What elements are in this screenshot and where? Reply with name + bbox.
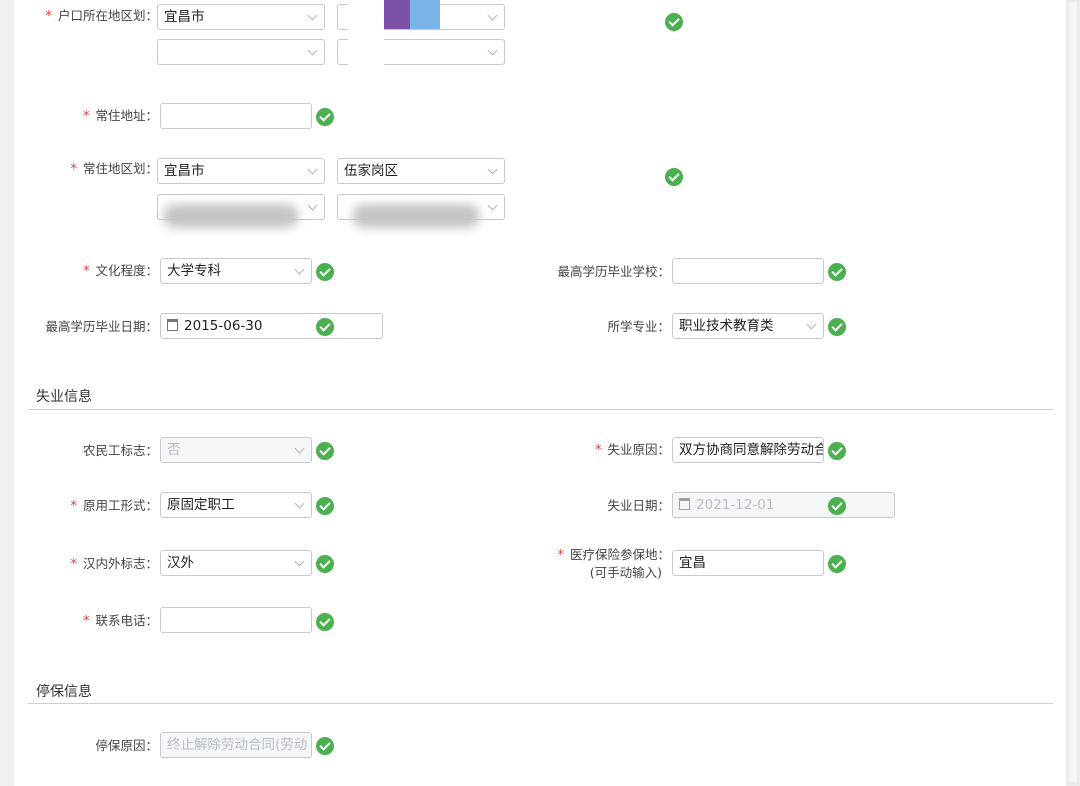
check-icon — [828, 555, 846, 573]
employment-form-label: * 原用工形式： — [70, 498, 158, 514]
suspension-reason-label: 停保原因： — [95, 738, 158, 753]
chevron-down-icon — [307, 164, 318, 175]
check-icon — [665, 168, 683, 186]
major-select[interactable]: 职业技术教育类 — [672, 313, 824, 339]
chevron-down-icon — [294, 556, 305, 567]
education-select[interactable]: 大学专科 — [160, 258, 312, 284]
hukou-city-select[interactable]: 宜昌市 — [157, 4, 325, 30]
section-title-suspension: 停保信息 — [36, 684, 92, 700]
chevron-down-icon — [487, 10, 498, 21]
chevron-down-icon — [307, 200, 318, 211]
check-icon — [316, 442, 334, 460]
check-icon — [828, 263, 846, 281]
residence-region-label: * 常住地区划： — [70, 161, 158, 177]
phone-label: * 联系电话： — [82, 613, 158, 629]
grad-date-label: 最高学历毕业日期： — [45, 319, 158, 334]
education-label: * 文化程度： — [82, 263, 158, 279]
unemployment-date-picker: 2021-12-01 — [672, 492, 895, 518]
chevron-down-icon — [487, 164, 498, 175]
chevron-down-icon — [307, 10, 318, 21]
migrant-select: 否 — [160, 437, 312, 463]
insurance-place-hint: (可手动输入) — [589, 565, 662, 580]
chevron-down-icon — [294, 264, 305, 275]
han-label: * 汉内外标志： — [70, 556, 158, 572]
employment-form-select[interactable]: 原固定职工 — [160, 492, 312, 518]
suspension-reason-input: 终止解除劳动合同(劳动 — [160, 732, 312, 758]
check-icon — [828, 497, 846, 515]
redaction-block-purple — [382, 0, 410, 29]
grad-date-picker[interactable]: 2015-06-30 — [160, 313, 383, 339]
check-icon — [828, 318, 846, 336]
redaction-block-blue — [410, 0, 440, 29]
calendar-icon — [679, 498, 690, 510]
redaction-blur — [352, 204, 480, 228]
hukou-region-label: * 户口所在地区划： — [45, 8, 158, 24]
section-title-unemployment: 失业信息 — [36, 389, 92, 405]
section-divider — [28, 409, 1053, 410]
chevron-down-icon — [307, 45, 318, 56]
chevron-down-icon — [294, 498, 305, 509]
residence-district-select[interactable]: 伍家岗区 — [337, 158, 505, 184]
hukou-street-select[interactable] — [157, 39, 325, 65]
unemployment-date-label: 失业日期： — [607, 498, 670, 513]
unemployment-reason-label: * 失业原因： — [594, 442, 670, 458]
calendar-icon — [167, 319, 178, 331]
vertical-scrollbar[interactable] — [1066, 0, 1080, 786]
residence-city-select[interactable]: 宜昌市 — [157, 158, 325, 184]
chevron-down-icon — [487, 45, 498, 56]
check-icon — [828, 442, 846, 460]
scrollbar-thumb[interactable] — [1069, 2, 1077, 782]
check-icon — [316, 263, 334, 281]
insurance-place-label: * 医疗保险参保地： — [557, 547, 670, 563]
school-label: 最高学历毕业学校： — [557, 264, 670, 279]
residence-address-input[interactable] — [160, 103, 312, 129]
residence-address-label: * 常住地址： — [82, 108, 158, 124]
section-divider — [28, 703, 1053, 704]
check-icon — [665, 13, 683, 31]
insurance-place-input[interactable]: 宜昌 — [672, 550, 824, 576]
check-icon — [316, 318, 334, 336]
unemployment-reason-input[interactable]: 双方协商同意解除劳动合同 — [672, 437, 824, 463]
han-select[interactable]: 汉外 — [160, 550, 312, 576]
check-icon — [316, 497, 334, 515]
redaction-blur — [163, 204, 299, 228]
check-icon — [316, 613, 334, 631]
chevron-down-icon — [806, 319, 817, 330]
check-icon — [316, 737, 334, 755]
major-label: 所学专业： — [607, 319, 670, 334]
phone-input[interactable] — [160, 607, 312, 633]
school-input[interactable] — [672, 258, 824, 284]
chevron-down-icon — [487, 200, 498, 211]
redaction-white — [348, 0, 384, 66]
migrant-label: 农民工标志： — [82, 443, 158, 458]
check-icon — [316, 555, 334, 573]
check-icon — [316, 108, 334, 126]
chevron-down-icon — [294, 443, 305, 454]
